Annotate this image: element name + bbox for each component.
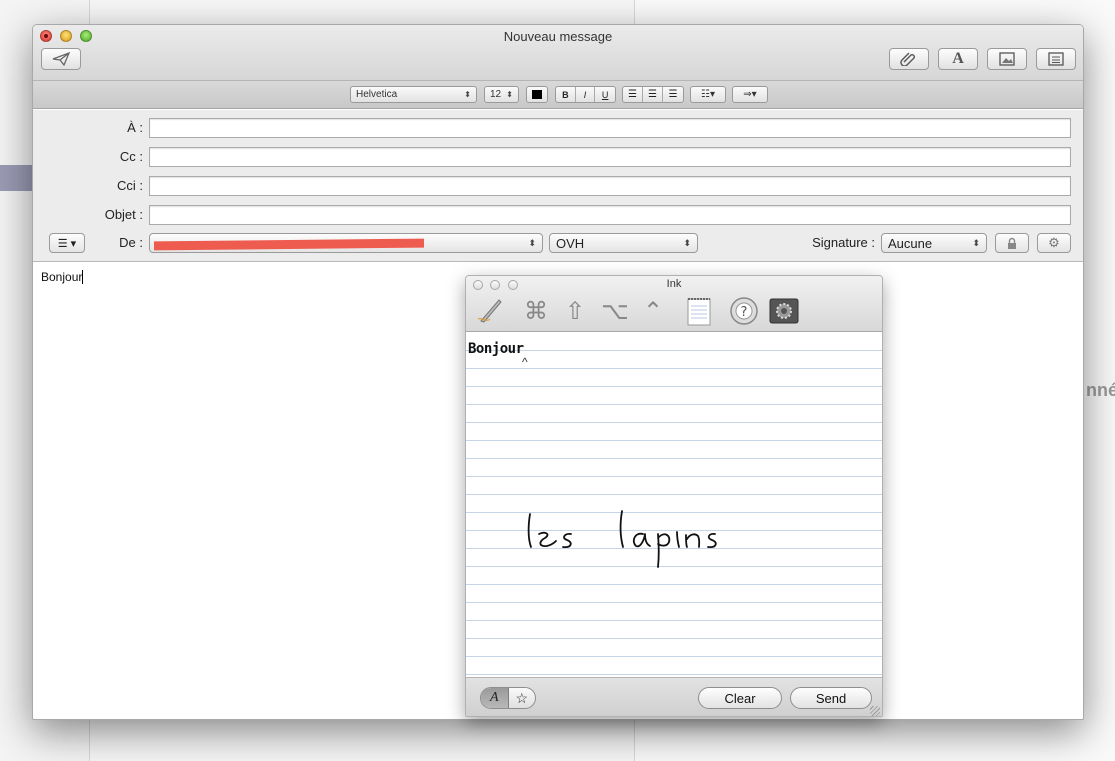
- script-a-icon: A: [489, 690, 499, 705]
- title-bar: Nouveau message A: [33, 25, 1083, 81]
- from-select[interactable]: ⬍: [149, 233, 543, 253]
- ink-title: Ink: [666, 278, 682, 290]
- notepad-icon: [687, 298, 711, 326]
- signature-label: Signature :: [812, 235, 875, 250]
- font-size-select[interactable]: 12 ⬍: [484, 86, 519, 103]
- message-body-text: Bonjour: [41, 270, 83, 284]
- font-family-select[interactable]: Helvetica ⬍: [350, 86, 477, 103]
- align-right-icon: ☰: [668, 89, 678, 100]
- updown-arrows-icon: ⬍: [683, 237, 691, 248]
- subject-label: Objet :: [104, 207, 143, 222]
- italic-button[interactable]: I: [576, 87, 596, 102]
- updown-arrows-icon: ⬍: [464, 90, 471, 99]
- format-bar: Helvetica ⬍ 12 ⬍ B I U ☰ ☰ ☰ ☷▾ ⇒▾: [33, 81, 1083, 109]
- shift-icon: ⇧: [564, 297, 586, 325]
- font-a-icon: A: [952, 50, 964, 67]
- account-select[interactable]: OVH ⬍: [549, 233, 698, 253]
- bcc-field[interactable]: [149, 176, 1071, 196]
- from-label: De :: [119, 235, 143, 250]
- ink-send-button[interactable]: Send: [790, 687, 872, 709]
- subject-field[interactable]: [149, 205, 1071, 225]
- alignment-segment: ☰ ☰ ☰: [622, 86, 684, 103]
- ink-bottom-bar: A ☆ Clear Send: [466, 677, 882, 716]
- cc-label: Cc :: [119, 149, 143, 164]
- background-selection: [0, 165, 34, 191]
- control-key-button[interactable]: ⌃: [638, 296, 668, 326]
- option-key-button[interactable]: ⌥: [600, 296, 630, 326]
- input-mode-segment: A ☆: [480, 687, 536, 709]
- message-body[interactable]: Bonjour: [41, 270, 84, 284]
- redaction-mark: [153, 238, 425, 251]
- color-swatch-icon: [532, 90, 542, 99]
- bold-button[interactable]: B: [556, 87, 576, 102]
- updown-arrows-icon: ⬍: [528, 237, 536, 248]
- window-title: Nouveau message: [503, 29, 613, 44]
- send-button[interactable]: [41, 48, 81, 70]
- command-key-button[interactable]: ⌘: [521, 296, 551, 326]
- align-center-icon: ☰: [648, 89, 657, 100]
- pen-icon: [477, 299, 502, 323]
- stationery-icon: [1048, 52, 1064, 66]
- align-left-icon: ☰: [628, 89, 637, 100]
- star-icon: ☆: [515, 689, 529, 706]
- control-icon: ⌃: [642, 297, 664, 325]
- cc-field[interactable]: [149, 147, 1071, 167]
- paperclip-icon: [900, 52, 915, 66]
- settings-panel-icon: [769, 298, 799, 324]
- command-icon: ⌘: [524, 297, 548, 325]
- pen-tool-button[interactable]: [474, 296, 504, 326]
- account-value: OVH: [556, 235, 585, 251]
- fonts-button[interactable]: A: [938, 48, 978, 70]
- text-color-button[interactable]: [526, 86, 548, 103]
- align-left-button[interactable]: ☰: [623, 87, 643, 102]
- to-label: À :: [127, 120, 143, 135]
- handwriting-strokes: [527, 510, 717, 568]
- photo-icon: [999, 52, 1015, 66]
- ink-toolbar: Ink ⌘ ⇧ ⌥ ⌃ ?: [466, 276, 882, 332]
- list-button[interactable]: ☷▾: [690, 86, 726, 103]
- indent-button[interactable]: ⇒▾: [732, 86, 768, 103]
- lock-icon: [1008, 237, 1016, 249]
- header-fields: À : Cc : Cci : Objet : ☰ ▾ De : ⬍ OVH ⬍ …: [33, 110, 1083, 262]
- updown-arrows-icon: ⬍: [506, 90, 513, 99]
- font-size-value: 12: [490, 89, 502, 100]
- stationery-button[interactable]: [1036, 48, 1076, 70]
- help-button[interactable]: ?: [729, 296, 759, 326]
- align-right-button[interactable]: ☰: [663, 87, 683, 102]
- clear-button[interactable]: Clear: [698, 687, 782, 709]
- ink-settings-button[interactable]: [769, 296, 799, 326]
- insertion-caret-icon: ^: [522, 355, 528, 369]
- arrow-right-icon: ⇒▾: [743, 89, 757, 100]
- to-field[interactable]: [149, 118, 1071, 138]
- write-mode-button[interactable]: A: [481, 688, 509, 708]
- notepad-button[interactable]: [684, 296, 714, 326]
- align-center-button[interactable]: ☰: [643, 87, 663, 102]
- settings-button[interactable]: ⚙: [1037, 233, 1071, 253]
- encrypt-button[interactable]: [995, 233, 1029, 253]
- help-lifebuoy-icon: ?: [730, 297, 758, 325]
- attach-button[interactable]: [889, 48, 929, 70]
- list-icon: ☷▾: [701, 89, 715, 100]
- shift-key-button[interactable]: ⇧: [560, 296, 590, 326]
- gear-icon: ⚙: [1048, 235, 1060, 250]
- text-cursor: [82, 270, 84, 284]
- text-style-segment: B I U: [555, 86, 616, 103]
- updown-arrows-icon: ⬍: [972, 237, 980, 248]
- paper-plane-icon: [52, 52, 70, 66]
- svg-text:?: ?: [741, 305, 748, 320]
- ink-window: Ink ⌘ ⇧ ⌥ ⌃ ? Bonjour ^ A ☆ Clear Send: [465, 275, 883, 717]
- underline-button[interactable]: U: [595, 87, 615, 102]
- signature-select[interactable]: Aucune ⬍: [881, 233, 987, 253]
- favorites-mode-button[interactable]: ☆: [509, 688, 536, 708]
- background-partial-text: nné: [1086, 380, 1115, 400]
- font-family-value: Helvetica: [356, 89, 398, 100]
- resize-grip-icon[interactable]: [870, 706, 880, 716]
- signature-value: Aucune: [888, 235, 933, 251]
- option-icon: ⌥: [601, 297, 629, 325]
- photo-browser-button[interactable]: [987, 48, 1027, 70]
- bcc-label: Cci :: [117, 178, 143, 193]
- ink-recognized-text: Bonjour: [468, 341, 524, 357]
